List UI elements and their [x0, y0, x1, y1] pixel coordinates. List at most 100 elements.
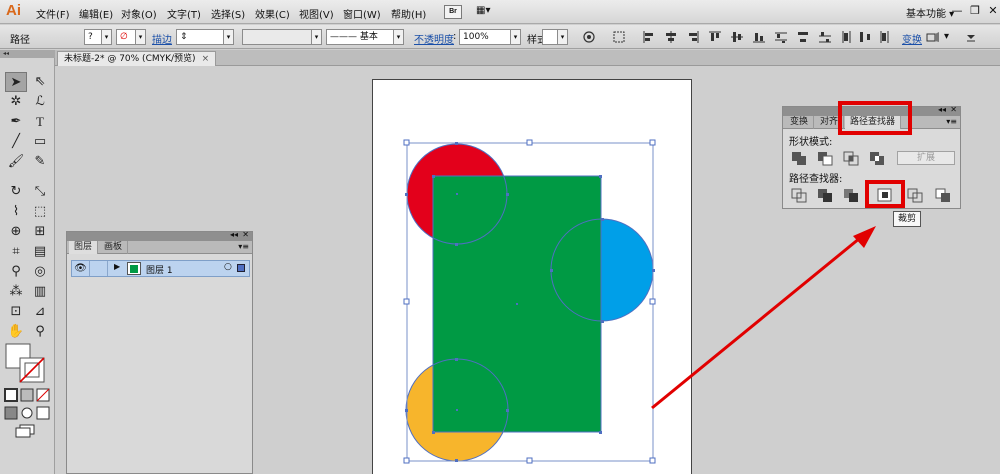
- distribute-left-icon[interactable]: [840, 30, 854, 44]
- color-mode-icons[interactable]: [4, 388, 50, 402]
- minimize-button[interactable]: —: [948, 3, 966, 19]
- document-tab[interactable]: 未标题-2* @ 70% (CMYK/预览) ×: [57, 51, 217, 66]
- symbol-sprayer-icon[interactable]: ⁂: [5, 282, 27, 302]
- graphic-style-swatch[interactable]: [542, 29, 558, 45]
- align-hcenter-icon[interactable]: [664, 30, 678, 44]
- eyedropper-icon[interactable]: ⚲: [5, 262, 27, 282]
- close-button[interactable]: ✕: [984, 3, 1000, 19]
- outline-icon[interactable]: [905, 186, 925, 204]
- collapse-icon[interactable]: ◂◂: [230, 230, 238, 239]
- stroke-weight-dropdown[interactable]: ▾: [224, 29, 234, 45]
- opacity-link[interactable]: 不透明度: [414, 31, 454, 46]
- bridge-button[interactable]: Br: [444, 5, 462, 19]
- menu-window[interactable]: 窗口(W): [343, 6, 381, 21]
- layers-panel-titlebar[interactable]: ◂◂ ✕: [67, 230, 252, 241]
- restore-button[interactable]: ❐: [966, 3, 984, 19]
- rectangle-icon[interactable]: ▭: [29, 132, 51, 152]
- tab-artboards[interactable]: 画板: [99, 241, 129, 254]
- recolor-artwork-icon[interactable]: [582, 30, 596, 44]
- layers-panel-menu[interactable]: ▾≡: [238, 241, 249, 253]
- mesh-icon[interactable]: ⌗: [5, 242, 27, 262]
- menu-effect[interactable]: 效果(C): [255, 6, 290, 21]
- layer-name[interactable]: 图层 1: [146, 263, 173, 276]
- expand-button[interactable]: 扩展: [897, 151, 955, 165]
- draw-mode-icons[interactable]: [4, 406, 50, 420]
- fill-dropdown[interactable]: ▾: [102, 29, 112, 45]
- workspace-switcher[interactable]: 基本功能 ▾: [906, 5, 954, 20]
- collapse-icon[interactable]: ◂◂: [938, 105, 946, 114]
- blend-icon[interactable]: ◎: [29, 262, 51, 282]
- expand-triangle-icon[interactable]: ▶: [114, 262, 120, 271]
- align-top-icon[interactable]: [708, 30, 722, 44]
- variable-width-field[interactable]: [242, 29, 312, 45]
- tab-layers[interactable]: 图层: [69, 241, 99, 254]
- stroke-dropdown[interactable]: ▾: [136, 29, 146, 45]
- distribute-vcenter-icon[interactable]: [796, 30, 810, 44]
- stroke-panel-link[interactable]: 描边: [152, 31, 172, 46]
- menu-file[interactable]: 文件(F): [36, 6, 70, 21]
- screen-mode-icon[interactable]: [14, 424, 38, 438]
- rotate-icon[interactable]: ↻: [5, 182, 27, 202]
- brush-dropdown[interactable]: ▾: [394, 29, 404, 45]
- pathfinder-panel-menu[interactable]: ▾≡: [946, 116, 957, 128]
- arrange-documents-button[interactable]: ▦▾: [476, 5, 500, 19]
- fill-swatch[interactable]: ?: [84, 29, 102, 45]
- scale-icon[interactable]: ⤡: [29, 182, 51, 202]
- perspective-icon[interactable]: ⊞: [29, 222, 51, 242]
- align-bottom-icon[interactable]: [752, 30, 766, 44]
- menu-help[interactable]: 帮助(H): [391, 6, 426, 21]
- shape-builder-icon[interactable]: ⊕: [5, 222, 27, 242]
- divide-icon[interactable]: [789, 186, 809, 204]
- tab-transform[interactable]: 变换: [785, 116, 815, 129]
- menu-select[interactable]: 选择(S): [211, 6, 245, 21]
- direct-select-icon[interactable]: ⇖: [29, 72, 51, 92]
- minus-front-icon[interactable]: [815, 149, 835, 167]
- intersect-icon[interactable]: [841, 149, 861, 167]
- isolate-dropdown[interactable]: ▾: [944, 31, 949, 42]
- pencil-icon[interactable]: ✎: [29, 152, 51, 172]
- stroke-swatch[interactable]: ∅: [116, 29, 136, 45]
- trim-icon[interactable]: [815, 186, 835, 204]
- control-panel-menu-icon[interactable]: [964, 30, 978, 44]
- warp-icon[interactable]: ⌇: [5, 202, 27, 222]
- paintbrush-icon[interactable]: 🖌: [5, 152, 27, 172]
- brush-definition[interactable]: ——— 基本: [326, 29, 394, 45]
- target-icon[interactable]: ○: [224, 262, 232, 272]
- layer-row[interactable]: 👁 ▶ 图层 1 ○: [71, 260, 250, 277]
- menu-type[interactable]: 文字(T): [167, 6, 201, 21]
- fill-stroke-swatches[interactable]: [4, 342, 48, 386]
- graphic-style-dropdown[interactable]: ▾: [558, 29, 568, 45]
- close-icon[interactable]: ✕: [950, 105, 957, 114]
- menu-object[interactable]: 对象(O): [121, 6, 157, 21]
- selection-tool-icon[interactable]: ➤: [5, 72, 27, 92]
- free-transform-icon[interactable]: ⬚: [29, 202, 51, 222]
- tools-panel-grip[interactable]: ◂◂: [0, 50, 55, 58]
- distribute-right-icon[interactable]: [876, 30, 890, 44]
- artboard-icon[interactable]: ⊡: [5, 302, 27, 322]
- line-icon[interactable]: ╱: [5, 132, 27, 152]
- type-icon[interactable]: T: [29, 112, 51, 132]
- align-vcenter-icon[interactable]: [730, 30, 744, 44]
- opacity-dropdown[interactable]: ▾: [511, 29, 521, 45]
- slice-icon[interactable]: ⊿: [29, 302, 51, 322]
- menu-view[interactable]: 视图(V): [299, 6, 334, 21]
- distribute-top-icon[interactable]: [774, 30, 788, 44]
- opacity-field[interactable]: 100%: [459, 29, 511, 45]
- exclude-icon[interactable]: [867, 149, 887, 167]
- lock-icon[interactable]: [90, 261, 108, 276]
- stroke-weight-field[interactable]: ⇕: [176, 29, 224, 45]
- hand-icon[interactable]: ✋: [5, 322, 27, 342]
- distribute-hcenter-icon[interactable]: [858, 30, 872, 44]
- unite-icon[interactable]: [789, 149, 809, 167]
- align-right-icon[interactable]: [686, 30, 700, 44]
- isolate-object-icon[interactable]: [926, 30, 940, 44]
- minus-back-icon[interactable]: [933, 186, 953, 204]
- selection-indicator[interactable]: [237, 264, 245, 272]
- pen-icon[interactable]: ✒: [5, 112, 27, 132]
- transform-panel-link[interactable]: 变换: [902, 31, 922, 46]
- menu-edit[interactable]: 编辑(E): [79, 6, 113, 21]
- document-tab-close[interactable]: ×: [202, 54, 210, 64]
- eye-icon[interactable]: 👁: [72, 261, 90, 276]
- variable-width-dropdown[interactable]: ▾: [312, 29, 322, 45]
- close-icon[interactable]: ✕: [242, 230, 249, 239]
